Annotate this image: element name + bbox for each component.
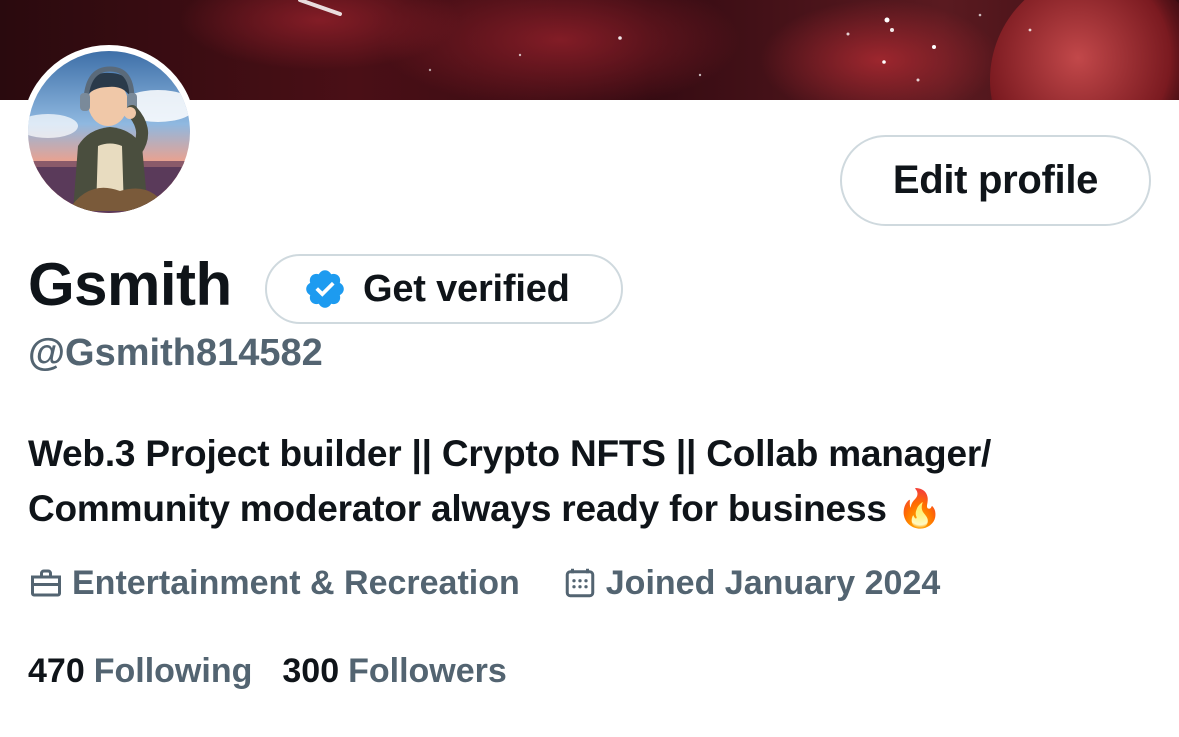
- profile-joined: Joined January 2024: [562, 563, 941, 603]
- bio-line-2-text: Community moderator always ready for bus…: [28, 488, 887, 529]
- following-count: 470: [28, 652, 85, 690]
- edit-profile-button[interactable]: Edit profile: [840, 135, 1151, 226]
- profile-category[interactable]: Entertainment & Recreation: [28, 564, 520, 603]
- verified-badge-icon: [306, 270, 344, 308]
- following-label: Following: [93, 652, 253, 690]
- fire-emoji-icon: 🔥: [896, 488, 943, 529]
- briefcase-icon: [31, 569, 61, 597]
- joined-label: Joined January 2024: [605, 563, 941, 602]
- profile-page: Edit profile Gsmith Get verified @Gsmith…: [0, 0, 1179, 737]
- get-verified-button[interactable]: Get verified: [265, 254, 623, 324]
- profile-meta: Entertainment & Recreation Joined Januar…: [28, 562, 982, 604]
- calendar-icon: [565, 568, 595, 598]
- bio-line-1: Web.3 Project builder || Crypto NFTS || …: [28, 433, 992, 474]
- followers-label: Followers: [348, 652, 507, 690]
- profile-display-name: Gsmith: [28, 251, 232, 318]
- bio-line-2: Community moderator always ready for bus…: [28, 481, 1148, 536]
- edit-profile-label: Edit profile: [892, 158, 1099, 202]
- profile-avatar[interactable]: [22, 45, 196, 219]
- following-link[interactable]: 470 Following: [28, 650, 252, 692]
- avatar-image: [28, 51, 190, 213]
- profile-handle: @Gsmith814582: [28, 332, 323, 374]
- profile-bio: Web.3 Project builder || Crypto NFTS || …: [28, 426, 1148, 536]
- followers-link[interactable]: 300 Followers: [282, 650, 506, 692]
- category-label: Entertainment & Recreation: [72, 563, 520, 602]
- followers-count: 300: [282, 652, 340, 690]
- get-verified-label: Get verified: [363, 267, 570, 310]
- profile-stats: 470 Following 300 Followers: [28, 650, 537, 692]
